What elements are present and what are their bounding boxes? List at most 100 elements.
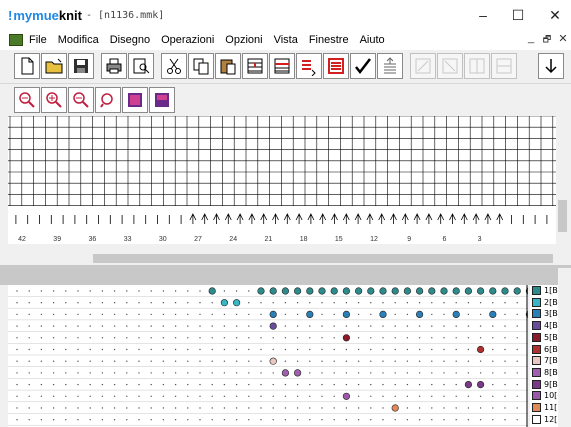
- stitch-dot: [318, 287, 326, 295]
- stitch-dot: [220, 299, 228, 307]
- stitch-dot: [464, 380, 473, 389]
- app-logo: !mymueknit: [8, 7, 82, 23]
- tool-a-icon[interactable]: [410, 53, 436, 79]
- mdi-restore-button[interactable]: 🗗: [541, 32, 553, 48]
- stitch-dot: [355, 287, 363, 295]
- new-file-icon[interactable]: [14, 53, 40, 79]
- color-block-2-icon[interactable]: [149, 87, 175, 113]
- insert-rows-icon[interactable]: [242, 53, 268, 79]
- color-swatch-label: 12[: [544, 414, 558, 424]
- pattern-vertical-scrollbar[interactable]: [558, 268, 571, 427]
- stitch-dot: [281, 287, 290, 295]
- menu-file[interactable]: File: [29, 34, 47, 46]
- menu-modifica[interactable]: Modifica: [58, 34, 99, 46]
- menu-operazioni[interactable]: Operazioni: [161, 34, 214, 46]
- menu-aiuto[interactable]: Aiuto: [360, 34, 385, 46]
- print-preview-icon[interactable]: [128, 53, 154, 79]
- arrow-down-icon[interactable]: [538, 53, 564, 79]
- stitch-dot: [379, 287, 387, 295]
- stitch-dot: [428, 287, 436, 295]
- zoom-fit-icon[interactable]: [14, 87, 40, 113]
- mdi-minimize-button[interactable]: _: [525, 32, 537, 44]
- needle-mark: [248, 213, 256, 224]
- needle-mark: [413, 213, 421, 224]
- color-swatch[interactable]: [532, 403, 541, 412]
- stitch-dot: [452, 287, 460, 295]
- zoom-in-icon[interactable]: [41, 87, 67, 113]
- stitch-dot: [208, 287, 216, 295]
- needle-mark: [224, 213, 232, 224]
- stitch-dot: [489, 310, 497, 319]
- needle-mark: [437, 213, 445, 224]
- stitch-dot: [342, 392, 351, 400]
- check-icon[interactable]: [350, 53, 376, 79]
- needle-mark: [213, 213, 220, 224]
- zoom-out-icon[interactable]: [68, 87, 94, 113]
- needle-mark: [283, 213, 291, 224]
- stitch-dot: [477, 345, 485, 354]
- color-swatch-label: 6[B: [544, 344, 558, 354]
- document-system-icon[interactable]: [9, 34, 23, 46]
- close-button[interactable]: ✕: [535, 0, 571, 30]
- zoom-reset-icon[interactable]: [95, 87, 121, 113]
- grid-vertical-scrollbar[interactable]: [556, 116, 569, 256]
- needle-mark: [319, 213, 327, 224]
- color-swatch[interactable]: [532, 379, 541, 389]
- grid-vertical-scroll-thumb[interactable]: [558, 200, 567, 232]
- needle-mark: [496, 213, 504, 224]
- ruler-label: 12: [370, 236, 378, 243]
- color-swatch[interactable]: [532, 321, 541, 331]
- color-swatch[interactable]: [532, 367, 541, 377]
- paste-icon[interactable]: [215, 53, 241, 79]
- cut-icon[interactable]: [161, 53, 187, 79]
- minimize-button[interactable]: –: [463, 0, 503, 30]
- color-swatch[interactable]: [532, 414, 541, 424]
- color-swatch[interactable]: [532, 356, 541, 366]
- color-swatch[interactable]: [532, 332, 541, 342]
- color-swatch[interactable]: [532, 391, 541, 401]
- color-swatch[interactable]: [532, 344, 541, 354]
- menu-finestre[interactable]: Finestre: [309, 34, 349, 46]
- menu-disegno[interactable]: Disegno: [110, 34, 150, 46]
- color-swatch[interactable]: [532, 286, 541, 295]
- stitch-dot: [330, 287, 338, 295]
- color-block-1-icon[interactable]: [122, 87, 148, 113]
- ruler-label: 42: [18, 236, 26, 243]
- copy-icon[interactable]: [188, 53, 214, 79]
- stitch-dot: [513, 287, 521, 295]
- grid-horizontal-scroll-thumb[interactable]: [93, 254, 553, 263]
- menu-opzioni[interactable]: Opzioni: [225, 34, 262, 46]
- stitch-dot: [379, 310, 387, 319]
- maximize-button[interactable]: ☐: [498, 0, 538, 30]
- color-swatch[interactable]: [532, 297, 541, 307]
- insert-cols-icon[interactable]: [269, 53, 295, 79]
- print-icon[interactable]: [101, 53, 127, 79]
- needle-mark: [378, 213, 386, 224]
- panel-splitter[interactable]: [0, 265, 571, 285]
- tool-b-icon[interactable]: [437, 53, 463, 79]
- pattern-rows-panel[interactable]: [8, 285, 528, 427]
- stitch-dot: [391, 404, 399, 412]
- ruler-label: 30: [159, 236, 167, 243]
- stitch-dot: [269, 310, 277, 319]
- open-folder-icon[interactable]: [41, 53, 67, 79]
- stitch-dot: [269, 322, 277, 330]
- color-swatch-label: 3[B: [544, 309, 558, 319]
- color-swatch-label: 5[B: [544, 332, 558, 342]
- save-disk-icon[interactable]: [68, 53, 94, 79]
- tool-d-icon[interactable]: [491, 53, 517, 79]
- color-swatch[interactable]: [532, 309, 541, 319]
- menu-vista[interactable]: Vista: [274, 34, 298, 46]
- color-swatch-label: 9[B: [544, 379, 558, 389]
- stack-icon[interactable]: [377, 53, 403, 79]
- needle-mark: [189, 213, 197, 224]
- mdi-close-button[interactable]: ✕: [557, 32, 569, 45]
- stitch-grid-canvas[interactable]: 42 39 36 33 30 27 24 21 18 15 12 9 6 3: [8, 116, 556, 244]
- window-title: - [n1136.mmk]: [86, 9, 165, 21]
- stitch-grid[interactable]: 42 39 36 33 30 27 24 21 18 15 12 9 6 3: [8, 116, 556, 244]
- pattern-rows-canvas[interactable]: [8, 285, 528, 427]
- row-color-icon[interactable]: [323, 53, 349, 79]
- row-tool-icon[interactable]: [296, 53, 322, 79]
- tool-c-icon[interactable]: [464, 53, 490, 79]
- grid-horizontal-scrollbar[interactable]: [8, 252, 556, 265]
